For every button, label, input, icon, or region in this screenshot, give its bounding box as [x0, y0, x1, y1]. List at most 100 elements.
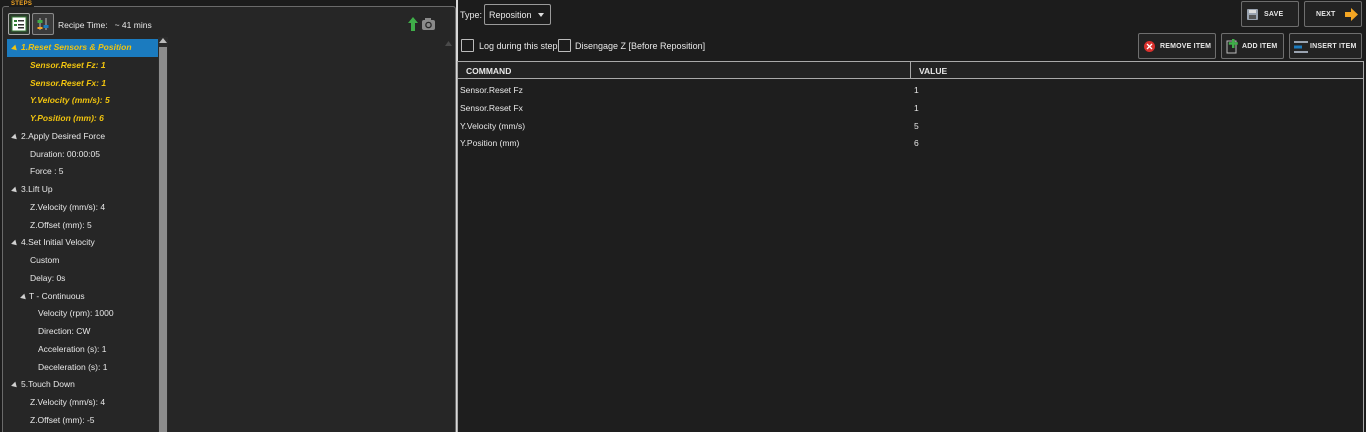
tree-item-label: 4.Set Initial Velocity [21, 237, 95, 248]
add-item-button[interactable]: ADD ITEM [1221, 33, 1284, 59]
tree-item-label: 5.Touch Down [21, 379, 75, 390]
add-item-label: ADD ITEM [1242, 43, 1278, 50]
table-row[interactable]: Y.Velocity (mm/s) 5 [458, 117, 1363, 135]
tree-item-label: 1.Reset Sensors & Position [21, 42, 132, 52]
tree-item[interactable]: Direction: CW [7, 323, 159, 341]
expand-triangle-icon[interactable] [11, 381, 19, 390]
recipe-list-icon [11, 16, 27, 32]
column-header-value[interactable]: VALUE [919, 66, 947, 76]
tree-item-label: Sensor.Reset Fz: 1 [30, 59, 106, 70]
tree-item-label: Sensor.Reset Fx: 1 [30, 77, 107, 88]
disengage-z-label: Disengage Z [Before Reposition] [575, 41, 706, 51]
tree-item[interactable]: T - Continuous [7, 288, 159, 306]
table-header: COMMAND VALUE [458, 62, 1363, 79]
tree-item[interactable]: Sensor.Reset Fx: 1 [7, 75, 159, 93]
tree-step[interactable]: 1.Reset Sensors & Position [7, 39, 159, 57]
tree-item[interactable]: Z.Velocity (mm/s): 4 [7, 394, 159, 412]
type-label: Type: [460, 10, 483, 20]
tree-item[interactable]: Velocity (rpm): 1000 [7, 305, 159, 323]
command-cell[interactable]: Y.Velocity (mm/s) [460, 121, 525, 131]
tree-item-label: Z.Velocity (mm/s): 4 [30, 201, 106, 212]
tree-item[interactable]: Y.Velocity (mm/s): 5 [7, 92, 159, 110]
command-table: COMMAND VALUE Sensor.Reset Fz 1 Sensor.Res… [457, 61, 1364, 432]
log-during-step-label: Log during this step [479, 41, 558, 51]
save-button[interactable]: SAVE [1241, 1, 1299, 27]
value-cell[interactable]: 5 [914, 121, 919, 131]
tree-item-label: 2.Apply Desired Force [21, 130, 106, 141]
table-row[interactable]: Sensor.Reset Fz 1 [458, 81, 1363, 99]
save-label: SAVE [1264, 11, 1284, 18]
expand-triangle-icon[interactable] [11, 133, 19, 142]
tree-item[interactable]: Z.Velocity (mm/s): 4 [7, 199, 159, 217]
tree-item[interactable]: Force : 5 [7, 163, 159, 181]
tree-step[interactable]: 3.Lift Up [7, 181, 159, 199]
disengage-z-checkbox[interactable] [558, 39, 571, 52]
tree-item[interactable]: Y.Position (mm): 6 [7, 110, 159, 128]
tree-scrollbar[interactable] [158, 37, 168, 432]
scrollbar-thumb[interactable] [159, 47, 167, 432]
expand-triangle-icon[interactable] [20, 293, 28, 301]
recipe-list-button[interactable] [8, 13, 30, 35]
tree-item[interactable]: Z.Offset (mm): 5 [7, 217, 159, 235]
remove-item-button[interactable]: REMOVE ITEM [1138, 33, 1216, 59]
tree-step[interactable]: 2.Apply Desired Force [7, 128, 159, 146]
recipe-time-value: ~ 41 mins [114, 20, 152, 30]
tree-item-label: Acceleration (s): 1 [38, 343, 107, 354]
insert-item-button[interactable]: INSERT ITEM [1289, 33, 1362, 59]
panel-scroll-up-icon[interactable] [445, 41, 452, 46]
tree-item-label: Deceleration (s): 1 [38, 361, 108, 372]
type-select[interactable]: Reposition [484, 4, 551, 25]
next-button[interactable]: NEXT [1304, 1, 1362, 27]
type-select-value: Reposition [489, 10, 532, 20]
tree-step[interactable]: 5.Touch Down [7, 376, 159, 394]
log-during-step-checkbox[interactable] [461, 39, 474, 52]
recipe-time-label: Recipe Time: [58, 20, 108, 30]
tree-item-label: Direction: CW [38, 326, 91, 336]
tree-item[interactable]: Sensor.Reset Fz: 1 [7, 57, 159, 75]
camera-icon[interactable] [421, 17, 436, 31]
up-arrow-icon[interactable] [408, 17, 418, 31]
settings-sliders-icon [37, 18, 49, 30]
command-cell[interactable]: Sensor.Reset Fz [460, 85, 523, 95]
value-cell[interactable]: 6 [914, 138, 919, 148]
tree-item-label: Z.Offset (mm): 5 [30, 219, 92, 230]
column-header-command[interactable]: COMMAND [466, 66, 511, 76]
value-cell[interactable]: 1 [914, 103, 919, 113]
steps-panel: STEPS Recipe Time: ~ 41 mins 1.Reset Sen… [2, 1, 456, 432]
expand-triangle-icon[interactable] [11, 186, 19, 195]
tree-item[interactable]: Z.Offset (mm): -5 [7, 412, 159, 430]
arrow-right-icon [1345, 8, 1358, 21]
command-cell[interactable]: Y.Position (mm) [460, 138, 519, 148]
settings-sliders-button[interactable] [32, 13, 54, 35]
tree-item[interactable]: Acceleration (s): 1 [7, 341, 159, 359]
table-row[interactable]: Sensor.Reset Fx 1 [458, 99, 1363, 117]
column-separator[interactable] [910, 62, 911, 79]
tree-item-label: Z.Velocity (mm/s): 4 [30, 397, 106, 407]
remove-item-label: REMOVE ITEM [1160, 43, 1212, 50]
table-row[interactable]: Y.Position (mm) 6 [458, 134, 1363, 152]
add-item-icon [1226, 39, 1238, 54]
next-label: NEXT [1316, 11, 1336, 18]
tree-item[interactable]: Custom [7, 252, 159, 270]
tree-item-label: Force : 5 [30, 166, 64, 177]
tree-step[interactable]: 4.Set Initial Velocity [7, 234, 159, 252]
value-cell[interactable]: 1 [914, 85, 919, 95]
chevron-down-icon [538, 13, 544, 17]
scroll-up-arrow-icon[interactable] [159, 38, 167, 43]
expand-triangle-icon[interactable] [11, 239, 19, 248]
steps-tree: 1.Reset Sensors & Position Sensor.Reset F… [7, 39, 159, 432]
insert-item-label: INSERT ITEM [1310, 43, 1357, 50]
tree-item-label: Duration: 00:00:05 [30, 148, 100, 159]
save-icon [1247, 9, 1258, 20]
command-cell[interactable]: Sensor.Reset Fx [460, 103, 523, 113]
tree-item[interactable]: Deceleration (s): 1 [7, 359, 159, 377]
tree-item-label: Y.Velocity (mm/s): 5 [30, 95, 110, 106]
expand-triangle-icon[interactable] [11, 44, 19, 53]
tree-item-label: T - Continuous [29, 290, 85, 301]
recipe-time: Recipe Time: ~ 41 mins [58, 20, 152, 30]
insert-item-icon [1294, 41, 1308, 53]
tree-item-label: Delay: 0s [30, 272, 66, 283]
tree-item-label: Custom [30, 255, 60, 265]
tree-item[interactable]: Duration: 00:00:05 [7, 146, 159, 164]
tree-item[interactable]: Delay: 0s [7, 270, 159, 288]
